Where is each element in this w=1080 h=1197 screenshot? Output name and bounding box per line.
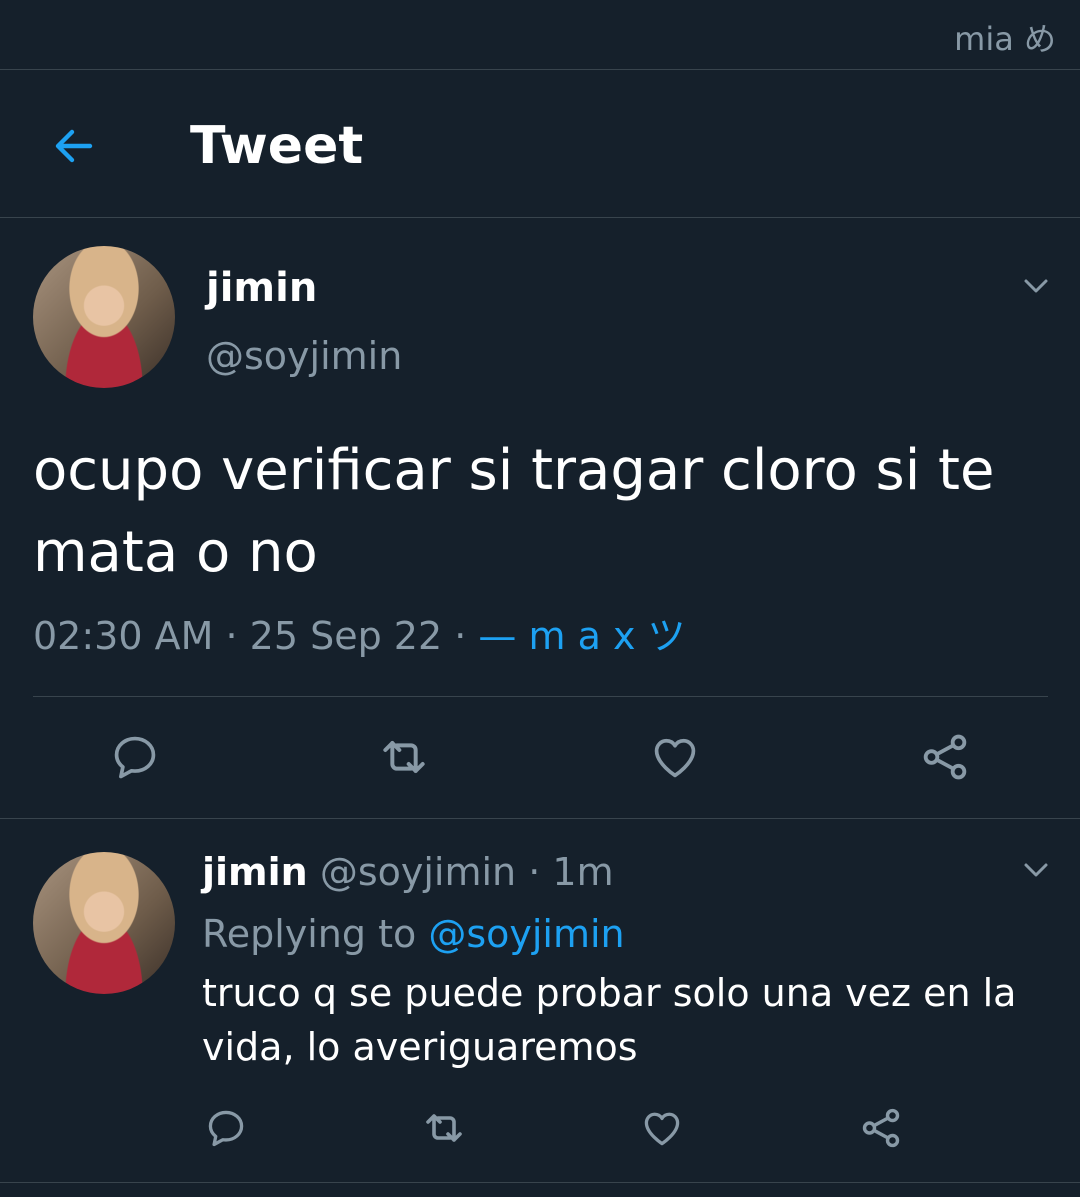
header-divider xyxy=(0,217,1080,218)
share-icon xyxy=(862,1108,900,1148)
avatar[interactable] xyxy=(33,246,175,388)
reply-separator: · xyxy=(528,850,553,894)
author-handle[interactable]: @soyjimin xyxy=(206,330,402,382)
chevron-down-icon xyxy=(1024,863,1048,877)
reply-icon xyxy=(208,1110,244,1147)
replying-to-mention[interactable]: @soyjimin xyxy=(428,912,624,956)
tweet-time: 02:30 AM xyxy=(33,614,214,658)
retweet-button[interactable] xyxy=(374,727,434,787)
meta-separator: · xyxy=(225,614,250,658)
author-name[interactable]: jimin xyxy=(206,262,317,314)
share-button[interactable] xyxy=(915,727,975,787)
chevron-down-icon xyxy=(1024,279,1048,293)
share-icon xyxy=(923,734,967,780)
reply-menu-button[interactable] xyxy=(1016,850,1056,890)
reply-avatar[interactable] xyxy=(33,852,175,994)
page-title: Tweet xyxy=(190,116,364,176)
replying-to-label: Replying to xyxy=(202,912,417,956)
back-arrow-icon xyxy=(55,129,93,163)
tweet-meta: 02:30 AM · 25 Sep 22 · — m a x ツ xyxy=(33,608,686,664)
retweet-icon xyxy=(426,1114,462,1142)
reply-like-button[interactable] xyxy=(632,1098,692,1158)
meta-divider xyxy=(33,696,1048,697)
reply-reply-button[interactable] xyxy=(196,1098,256,1158)
replying-to: Replying to @soyjimin xyxy=(202,908,625,960)
reply-text: truco q se puede probar solo una vez en … xyxy=(202,971,1017,1069)
back-button[interactable] xyxy=(40,112,108,180)
like-icon xyxy=(644,1112,680,1146)
reply-icon xyxy=(114,736,156,779)
reply-share-button[interactable] xyxy=(851,1098,911,1158)
reply-retweet-button[interactable] xyxy=(414,1098,474,1158)
like-icon xyxy=(654,738,696,778)
tweet-source-link[interactable]: — m a x ツ xyxy=(478,614,685,658)
tweet-menu-button[interactable] xyxy=(1016,266,1056,306)
reply-age: 1m xyxy=(552,850,614,894)
tweet-date: 25 Sep 22 xyxy=(249,614,443,658)
reply-author-name[interactable]: jimin xyxy=(202,850,308,894)
meta-separator: · xyxy=(454,614,479,658)
reply-author-handle[interactable]: @soyjimin xyxy=(320,850,516,894)
status-bar-text: mia め xyxy=(954,20,1056,58)
retweet-icon xyxy=(383,741,425,773)
bottom-divider xyxy=(0,1182,1080,1183)
status-divider xyxy=(0,69,1080,70)
thread-divider xyxy=(0,818,1080,819)
reply-button[interactable] xyxy=(105,727,165,787)
reply-header: jimin @soyjimin · 1m xyxy=(202,846,614,898)
like-button[interactable] xyxy=(645,727,705,787)
tweet-text: ocupo verificar si tragar cloro si te ma… xyxy=(33,438,995,585)
